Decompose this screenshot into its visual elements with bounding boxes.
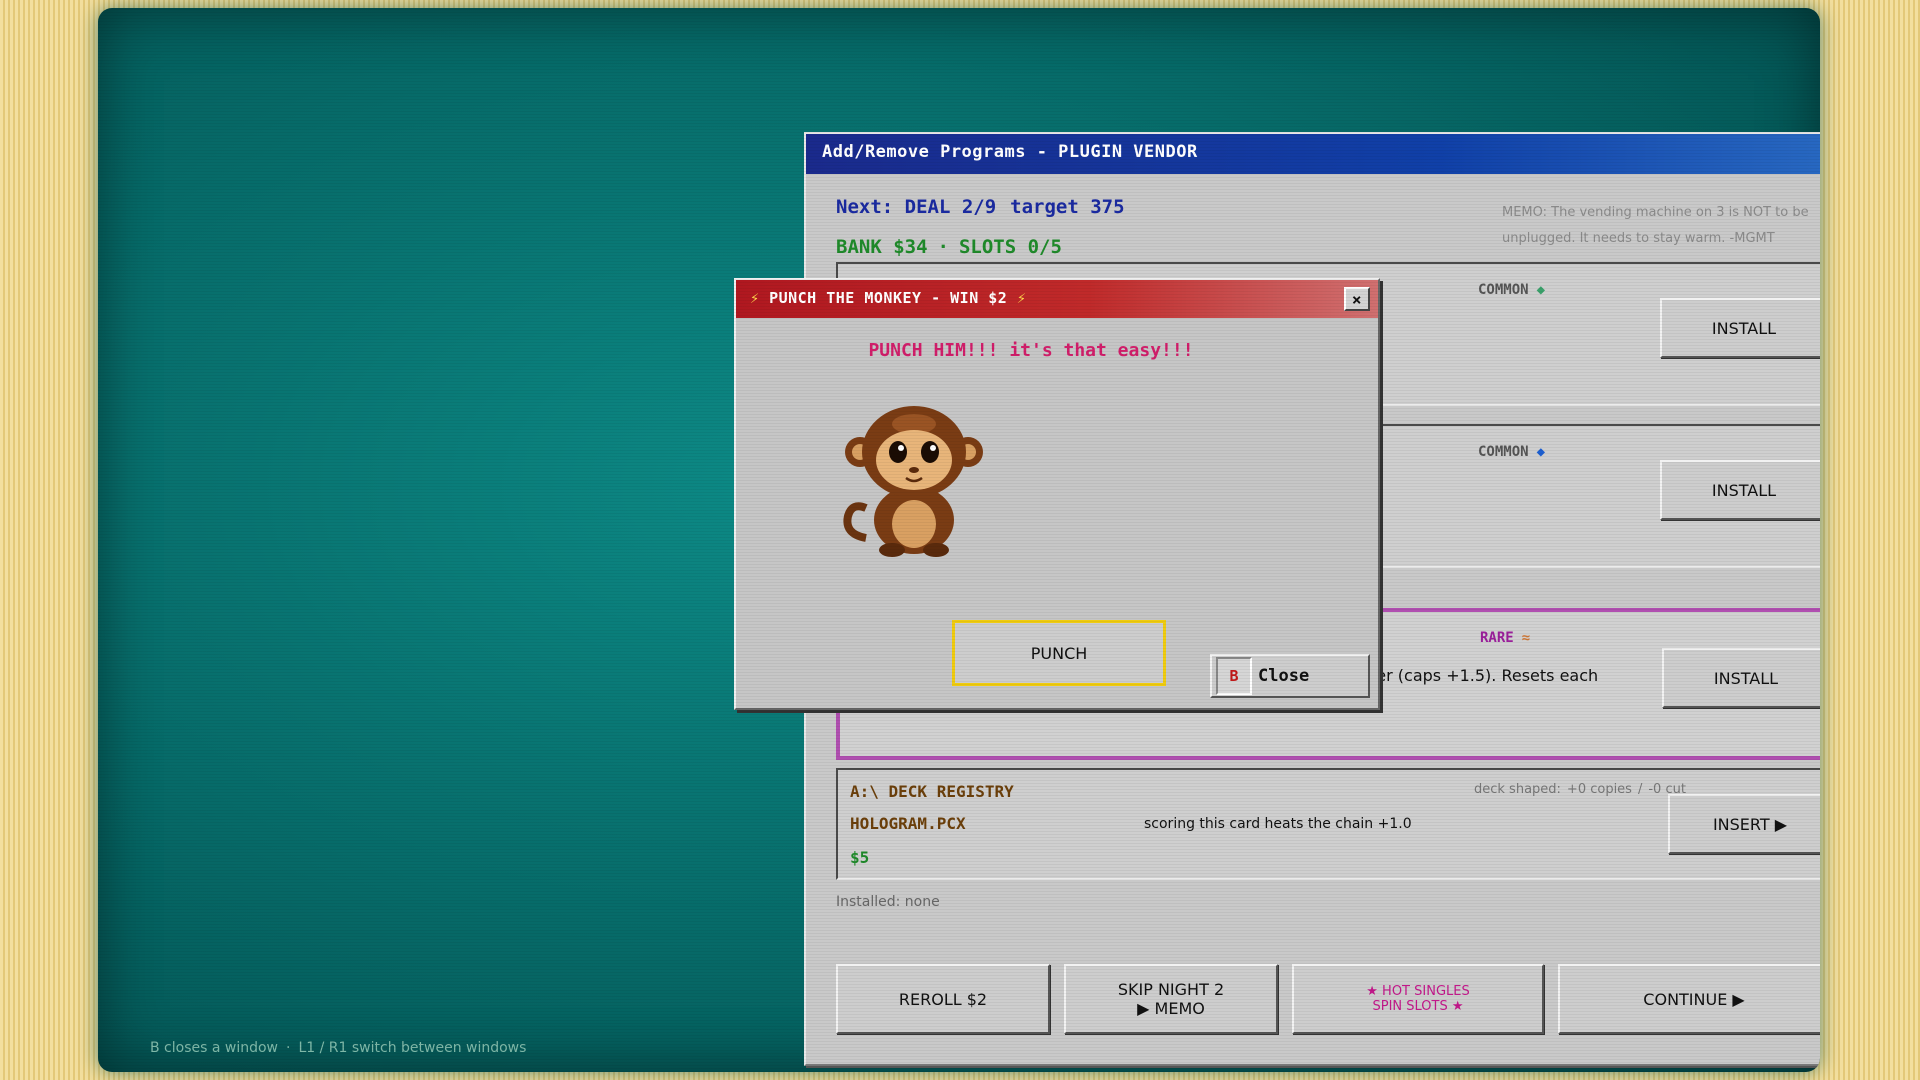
vendor-titlebar[interactable]: Add/Remove Programs - PLUGIN VENDOR	[806, 134, 1820, 174]
registry-title: A:\ DECK REGISTRY	[850, 782, 1014, 801]
punch-monkey-popup: ⚡ PUNCH THE MONKEY - WIN $2 ⚡ × PUNCH HI…	[734, 278, 1380, 710]
reroll-button[interactable]: REROLL $2	[836, 964, 1050, 1034]
wave-icon: ≈	[1521, 630, 1531, 646]
next-deal: Next: DEAL 2/9 target 375	[836, 196, 1125, 218]
insert-button[interactable]: INSERT ▶	[1668, 794, 1820, 854]
memo-note: MEMO: The vending machine on 3 is NOT to…	[1502, 205, 1809, 246]
deck-registry: A:\ DECK REGISTRY HOLOGRAM.PCX $5 deck s…	[836, 768, 1820, 880]
monkey-image[interactable]	[836, 398, 986, 558]
close-label: Close	[1258, 666, 1310, 686]
lightning-icon: ⚡	[1016, 289, 1027, 307]
monkey-eye	[921, 441, 939, 463]
rarity-label: RARE ≈	[1480, 630, 1530, 646]
punch-title: PUNCH THE MONKEY - WIN $2	[769, 289, 1008, 307]
install-button[interactable]: INSTALL	[1660, 298, 1820, 358]
b-key-icon: B	[1216, 657, 1252, 695]
hint-separator: ·	[286, 1040, 291, 1056]
gem-icon: ◆	[1536, 282, 1546, 298]
target-score: target 375	[1010, 196, 1125, 218]
monkey-nose	[909, 467, 919, 473]
shape-copies: +0 copies	[1566, 782, 1632, 797]
skip-line-2: ▶ MEMO	[1137, 999, 1205, 1018]
deck-score-text: scoring this card heats the chain +1.0	[1144, 816, 1412, 832]
lightning-icon: ⚡	[750, 289, 760, 307]
hot-line-1: ★ HOT SINGLES	[1366, 984, 1470, 999]
close-button[interactable]: B Close	[1210, 654, 1370, 698]
deck-shape: deck shaped: +0 copies / -0 cut	[1468, 782, 1686, 797]
rarity-text: RARE	[1480, 630, 1514, 646]
monkey-foot	[923, 543, 949, 557]
gem-icon: ◆	[1536, 444, 1546, 460]
monkey-eye	[889, 441, 907, 463]
hint-switch: L1 / R1 switch between windows	[298, 1040, 527, 1056]
continue-button[interactable]: CONTINUE ▶	[1558, 964, 1820, 1034]
install-button[interactable]: INSTALL	[1662, 648, 1820, 708]
bank-slots: BANK $34 · SLOTS 0/5	[836, 236, 1062, 258]
hint-close: B closes a window	[150, 1040, 279, 1056]
shape-slash: /	[1637, 782, 1643, 797]
rarity-text: COMMON	[1478, 282, 1529, 298]
monkey-eye-glint	[898, 445, 904, 451]
next-deal-label: Next: DEAL 2/9	[836, 196, 997, 218]
bank-amount: BANK $34	[836, 236, 928, 258]
deck-file-name: HOLOGRAM.PCX	[850, 814, 966, 833]
skip-line-1: SKIP NIGHT 2	[1117, 980, 1225, 999]
monkey-foot	[879, 543, 905, 557]
close-icon[interactable]: ×	[1344, 287, 1370, 311]
rarity-text: COMMON	[1478, 444, 1529, 460]
crt-screen: B closes a window · L1 / R1 switch between…	[98, 8, 1820, 1072]
rarity-label: COMMON ◆	[1478, 282, 1545, 298]
bank-separator: ·	[937, 236, 949, 258]
card-description: ter (caps +1.5). Resets each	[1370, 666, 1599, 685]
deck-price: $5	[850, 848, 870, 867]
monkey-eye-glint	[930, 445, 936, 451]
punch-button[interactable]: PUNCH	[952, 620, 1166, 686]
install-button[interactable]: INSTALL	[1660, 460, 1820, 520]
hot-line-2: SPIN SLOTS ★	[1372, 999, 1464, 1014]
hot-singles-button[interactable]: ★ HOT SINGLES SPIN SLOTS ★	[1292, 964, 1544, 1034]
punch-titlebar[interactable]: ⚡ PUNCH THE MONKEY - WIN $2 ⚡ ×	[736, 280, 1378, 318]
monkey-tail	[843, 502, 868, 542]
shape-label: deck shaped:	[1474, 782, 1561, 797]
installed-status: Installed: none	[836, 894, 940, 910]
controls-hint: B closes a window · L1 / R1 switch between…	[150, 1040, 526, 1056]
skip-night-button[interactable]: SKIP NIGHT 2 ▶ MEMO	[1064, 964, 1278, 1034]
slots-count: SLOTS 0/5	[958, 236, 1062, 258]
rarity-label: COMMON ◆	[1478, 444, 1545, 460]
punch-headline: PUNCH HIM!!! it's that easy!!!	[868, 340, 1194, 361]
monkey-belly	[892, 500, 936, 548]
